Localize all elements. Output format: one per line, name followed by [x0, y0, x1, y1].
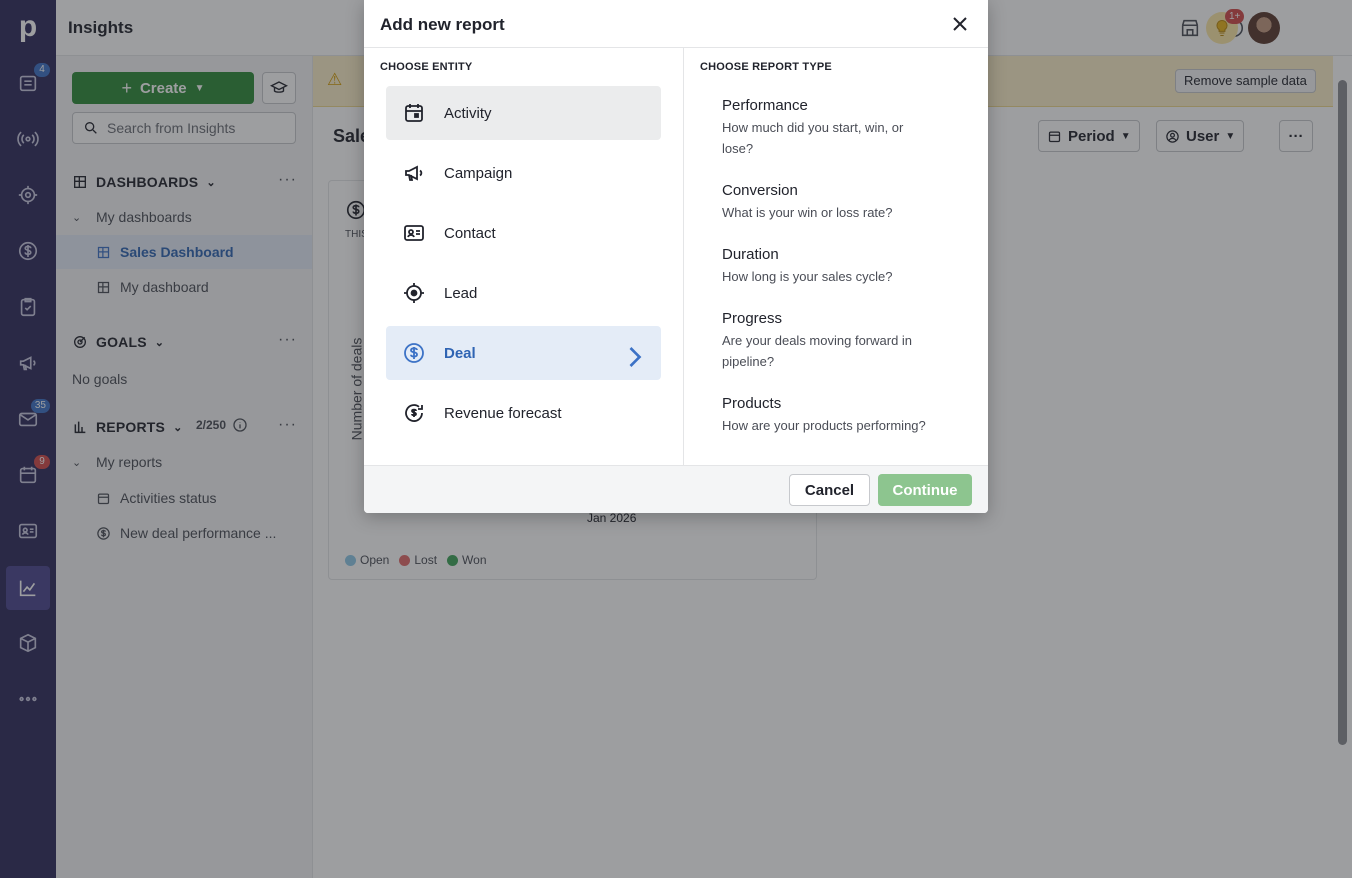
contact-card-icon [404, 225, 424, 241]
report-type-desc: How are your products performing? [722, 418, 926, 433]
report-type-desc: How long is your sales cycle? [722, 269, 893, 284]
report-type-column: CHOOSE REPORT TYPE Performance How much … [684, 48, 988, 465]
entity-label: Lead [444, 284, 478, 302]
report-type-name: Progress [722, 310, 783, 327]
entity-label: Campaign [444, 164, 513, 182]
target-icon [404, 283, 424, 303]
choose-entity-label: CHOOSE ENTITY [380, 61, 473, 73]
add-report-dialog: Add new report CHOOSE ENTITY Activity Ca… [364, 0, 988, 513]
entity-label: Contact [444, 224, 496, 242]
report-type-products[interactable]: Products How are your products performin… [722, 395, 952, 436]
entity-label: Activity [444, 104, 492, 122]
choose-report-type-label: CHOOSE REPORT TYPE [700, 61, 832, 73]
report-type-name: Conversion [722, 182, 798, 199]
entity-deal[interactable]: Deal [386, 326, 661, 380]
report-type-name: Performance [722, 97, 808, 114]
close-icon[interactable] [950, 14, 970, 34]
report-type-desc: What is your win or loss rate? [722, 205, 893, 220]
entity-campaign[interactable]: Campaign [386, 146, 661, 200]
revenue-forecast-icon [405, 404, 423, 422]
entity-label: Deal [444, 344, 476, 362]
entity-revenue-forecast[interactable]: Revenue forecast [386, 386, 661, 440]
report-type-name: Products [722, 395, 782, 412]
entity-label: Revenue forecast [444, 404, 562, 422]
report-type-progress[interactable]: Progress Are your deals moving forward i… [722, 310, 952, 372]
dollar-circle-icon [404, 343, 424, 363]
entity-contact[interactable]: Contact [386, 206, 661, 260]
megaphone-icon [405, 165, 423, 181]
entity-activity[interactable]: Activity [386, 86, 661, 140]
dialog-footer: Cancel Continue [364, 465, 988, 513]
report-type-desc: How much did you start, win, or lose? [722, 120, 904, 156]
entity-column: CHOOSE ENTITY Activity Campaign Contact … [364, 48, 684, 465]
report-type-conversion[interactable]: Conversion What is your win or loss rate… [722, 182, 952, 223]
dialog-header: Add new report [364, 0, 988, 48]
report-type-desc: Are your deals moving forward in pipelin… [722, 333, 913, 369]
entity-lead[interactable]: Lead [386, 266, 661, 320]
cancel-button[interactable]: Cancel [789, 474, 870, 506]
continue-button[interactable]: Continue [878, 474, 972, 506]
calendar-icon [405, 104, 423, 122]
dialog-title: Add new report [380, 15, 505, 34]
report-type-name: Duration [722, 246, 779, 263]
report-type-duration[interactable]: Duration How long is your sales cycle? [722, 246, 952, 287]
report-type-performance[interactable]: Performance How much did you start, win,… [722, 97, 952, 159]
chevron-right-icon [629, 347, 642, 367]
